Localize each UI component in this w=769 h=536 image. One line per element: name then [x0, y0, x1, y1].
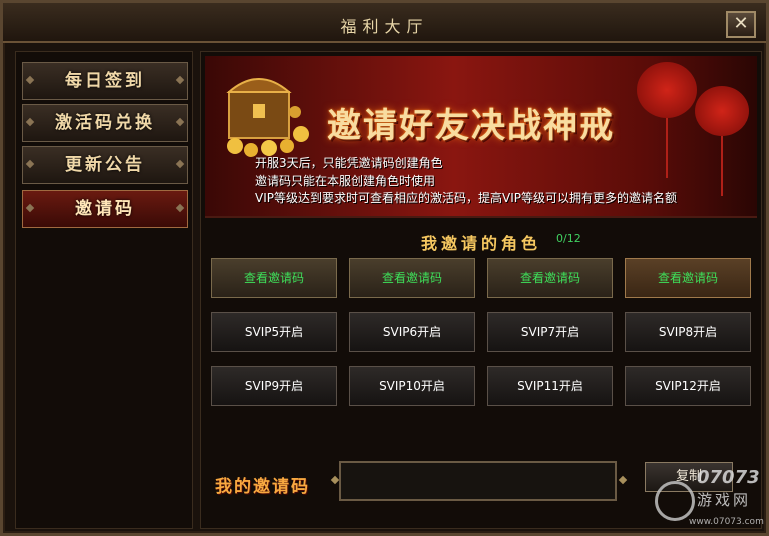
watermark-logo-icon — [655, 481, 695, 521]
input-ornament-icon — [330, 475, 340, 485]
sidebar-item-announcements[interactable]: 更新公告 — [22, 146, 188, 184]
sidebar-item-daily-checkin[interactable]: 每日签到 — [22, 62, 188, 100]
notice-line: 邀请码只能在本服创建角色时使用 — [255, 174, 436, 188]
watermark-logo-text: 07073 — [697, 467, 760, 488]
rivet-icon — [175, 159, 185, 169]
locked-slot: SVIP8开启 — [625, 312, 751, 352]
sidebar-item-label: 激活码兑换 — [55, 113, 155, 133]
my-invite-code-label: 我的邀请码 — [215, 477, 310, 497]
lantern-tassel-icon — [666, 118, 668, 178]
locked-slot: SVIP10开启 — [349, 366, 475, 406]
my-invite-code-field[interactable] — [339, 461, 617, 501]
sidebar: 每日签到 激活码兑换 更新公告 邀请码 — [15, 51, 193, 529]
view-invite-code-button[interactable]: 查看邀请码 — [349, 258, 475, 298]
treasure-chest-icon — [226, 78, 309, 157]
lantern-tassel-icon — [721, 136, 723, 196]
rivet-icon — [175, 75, 185, 85]
sidebar-item-label: 更新公告 — [65, 155, 145, 175]
locked-slot: SVIP11开启 — [487, 366, 613, 406]
sidebar-item-label: 邀请码 — [75, 199, 135, 219]
site-watermark: 07073 游戏网 www.07073.com — [651, 465, 769, 536]
rivet-icon — [175, 117, 185, 127]
invite-count: 0/12 — [556, 232, 581, 245]
watermark-url: www.07073.com — [689, 517, 764, 527]
rivet-icon — [25, 117, 35, 127]
rivet-icon — [175, 203, 185, 213]
lantern-icon — [695, 86, 749, 136]
watermark-site-name: 游戏网 — [697, 491, 752, 509]
locked-slot: SVIP5开启 — [211, 312, 337, 352]
window-title: 福利大厅 — [340, 17, 429, 36]
rivet-icon — [25, 75, 35, 85]
close-button[interactable]: ✕ — [726, 11, 756, 38]
notice-line: VIP等级达到要求时可查看相应的激活码，提高VIP等级可以拥有更多的邀请名额 — [255, 191, 677, 205]
invite-banner: 邀请好友决战神戒 开服3天后，只能凭邀请码创建角色 邀请码只能在本服创建角色时使… — [205, 56, 757, 218]
invited-roles-title: 我邀请的角色 — [420, 234, 541, 253]
banner-headline: 邀请好友决战神戒 — [327, 106, 615, 146]
locked-slot: SVIP9开启 — [211, 366, 337, 406]
sidebar-item-invite-code[interactable]: 邀请码 — [22, 190, 188, 228]
lantern-icon — [637, 62, 697, 118]
rivet-icon — [25, 159, 35, 169]
locked-slot: SVIP7开启 — [487, 312, 613, 352]
locked-slot: SVIP6开启 — [349, 312, 475, 352]
locked-slot: SVIP12开启 — [625, 366, 751, 406]
view-invite-code-button[interactable]: 查看邀请码 — [487, 258, 613, 298]
rivet-icon — [25, 203, 35, 213]
input-ornament-icon — [618, 475, 628, 485]
notice-line: 开服3天后，只能凭邀请码创建角色 — [255, 156, 443, 170]
view-invite-code-button[interactable]: 查看邀请码 — [211, 258, 337, 298]
title-bar: 福利大厅 ✕ — [3, 3, 766, 43]
welfare-hall-window: 福利大厅 ✕ 每日签到 激活码兑换 更新公告 邀请码 邀请好友决战神戒 开服3天… — [0, 0, 769, 536]
sidebar-item-label: 每日签到 — [65, 71, 145, 91]
invite-panel: 邀请好友决战神戒 开服3天后，只能凭邀请码创建角色 邀请码只能在本服创建角色时使… — [200, 51, 762, 529]
sidebar-item-activation-code[interactable]: 激活码兑换 — [22, 104, 188, 142]
view-invite-code-button[interactable]: 查看邀请码 — [625, 258, 751, 298]
